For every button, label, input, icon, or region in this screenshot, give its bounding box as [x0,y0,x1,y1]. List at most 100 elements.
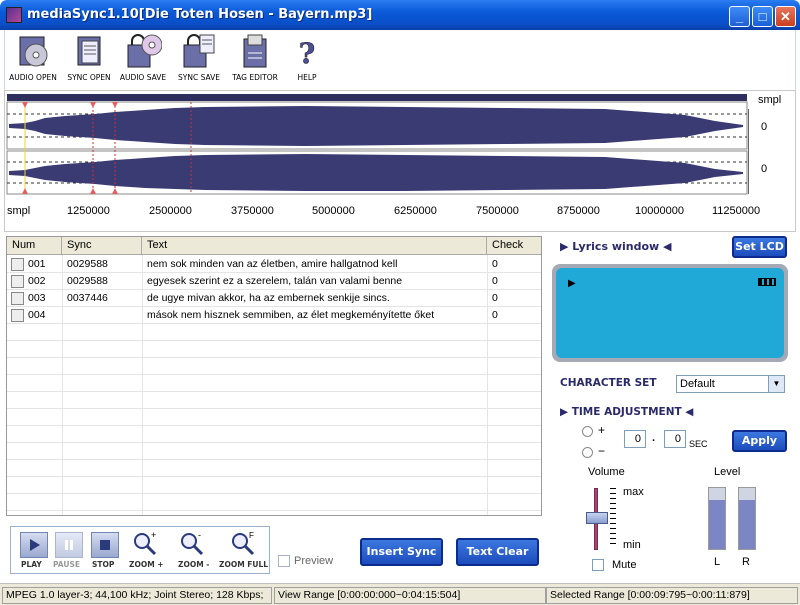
table-row[interactable] [7,494,541,511]
stop-button[interactable] [91,532,119,558]
sync-save-label: SYNC SAVE [178,73,220,82]
sync-open-icon [70,33,108,71]
maximize-button[interactable]: □ [752,6,773,27]
character-set-select[interactable]: Default ▼ [676,375,785,393]
character-set-label: CHARACTER SET [560,377,657,389]
axis-tick: 3750000 [231,205,274,217]
row-text: mások nem hisznek semmiben, az élet megk… [147,309,435,321]
set-lcd-button[interactable]: Set LCD [732,236,787,258]
zoom-out-button[interactable]: - [178,530,206,561]
axis-tick: 6250000 [394,205,437,217]
toolbar: AUDIO OPEN SYNC OPEN AUDIO SAVE SYNC SAV… [4,30,796,90]
arrow-right-icon: ▶ [560,240,573,253]
volume-label: Volume [588,466,625,478]
table-row[interactable]: 004 mások nem hisznek semmiben, az élet … [7,307,541,324]
volume-slider-handle[interactable] [586,512,608,524]
row-sync: 0029588 [67,258,108,270]
title-bar: mediaSync1.10[Die Toten Hosen - Bayern.m… [0,0,800,30]
audio-save-icon [124,33,163,71]
sync-save-icon [180,33,218,71]
waveform-canvas[interactable] [5,91,750,201]
row-check: 0 [492,292,498,304]
row-sync: 0037446 [67,292,108,304]
chevron-down-icon[interactable]: ▼ [768,376,784,392]
sample-axis: smpl 1250000 2500000 3750000 5000000 625… [5,199,795,227]
seconds-input[interactable]: 0 [624,430,646,448]
sync-save-button[interactable]: SYNC SAVE [171,33,227,87]
amplitude-scale [748,109,754,194]
arrow-left-icon: ◀ [659,240,672,253]
audio-open-button[interactable]: AUDIO OPEN [5,33,61,87]
plus-radio[interactable] [582,426,593,437]
play-indicator-icon: ▶ [568,278,576,289]
minimize-button[interactable]: _ [729,6,750,27]
apply-button[interactable]: Apply [732,430,787,452]
audio-save-button[interactable]: AUDIO SAVE [115,33,171,87]
plus-label: + [598,423,606,437]
audio-open-label: AUDIO OPEN [9,73,57,82]
table-row[interactable] [7,341,541,358]
table-row[interactable] [7,460,541,477]
volume-ticks [610,488,616,548]
row-sync: 0029588 [67,275,108,287]
row-num: 004 [28,309,46,321]
tag-editor-button[interactable]: TAG EDITOR [227,33,283,87]
sync-open-label: SYNC OPEN [67,73,111,82]
table-row[interactable]: 001 0029588 nem sok minden van az életbe… [7,256,541,273]
table-row[interactable]: 002 0029588 egyesek szerint ez a szerele… [7,273,541,290]
zoom-full-label: ZOOM FULL [219,560,269,569]
zoom-full-button[interactable]: F [229,530,257,561]
table-row[interactable] [7,409,541,426]
table-row[interactable] [7,426,541,443]
svg-text:F: F [249,531,254,540]
column-check[interactable]: Check [487,237,541,255]
text-clear-button[interactable]: Text Clear [456,538,539,566]
mute-checkbox[interactable] [592,559,604,571]
table-header: Num Sync Text Check [7,237,541,255]
minus-label: − [598,444,606,458]
selected-range-status: Selected Range [0:00:09:795~0:00:11:879] [546,587,798,604]
axis-unit-label: smpl [7,205,31,217]
insert-sync-button[interactable]: Insert Sync [360,538,443,566]
left-channel-label: L [714,556,721,568]
zoom-in-button[interactable]: + [131,530,159,561]
table-row[interactable] [7,443,541,460]
svg-text:+: + [151,530,156,540]
help-button[interactable]: ? HELP [279,33,335,87]
arrow-right-icon: ▶ [560,406,572,418]
level-label: Level [714,466,741,478]
arrow-left-icon: ◀ [681,406,694,418]
table-row[interactable] [7,477,541,494]
column-sync[interactable]: Sync [62,237,142,255]
pause-button[interactable] [55,532,83,558]
column-text[interactable]: Text [142,237,487,255]
row-num: 001 [28,258,46,270]
axis-tick: 5000000 [312,205,355,217]
preview-checkbox[interactable] [278,555,290,567]
play-button[interactable] [20,532,48,558]
volume-min-label: min [623,539,641,551]
waveform-panel[interactable]: smpl 0 0 smpl 1250000 2500000 3750000 50… [4,90,796,232]
lyrics-table[interactable]: Num Sync Text Check 001 0029588 nem sok … [6,236,542,516]
preview-label: Preview [294,555,334,567]
table-row[interactable] [7,375,541,392]
zoom-out-label: ZOOM - [178,560,210,569]
column-num[interactable]: Num [7,237,62,255]
table-row[interactable] [7,392,541,409]
close-button[interactable]: ✕ [775,6,796,27]
transport-panel: + - F PLAY PAUSE STOP ZOOM + ZOOM - ZOOM… [10,526,270,574]
audio-save-label: AUDIO SAVE [119,73,167,82]
decimal-dot: . [652,432,656,444]
minus-radio[interactable] [582,447,593,458]
fraction-input[interactable]: 0 [664,430,686,448]
axis-tick: 7500000 [476,205,519,217]
zoom-out-icon: - [181,530,204,556]
zoom-in-label: ZOOM + [129,560,164,569]
row-text: de ugye mivan akkor, ha az embernek senk… [147,292,390,304]
table-row[interactable]: 003 0037446 de ugye mivan akkor, ha az e… [7,290,541,307]
audio-format-status: MPEG 1.0 layer-3; 44,100 kHz; Joint Ster… [2,587,272,604]
table-row[interactable] [7,358,541,375]
sync-open-button[interactable]: SYNC OPEN [61,33,117,87]
zoom-full-icon: F [232,531,255,556]
table-row[interactable] [7,324,541,341]
